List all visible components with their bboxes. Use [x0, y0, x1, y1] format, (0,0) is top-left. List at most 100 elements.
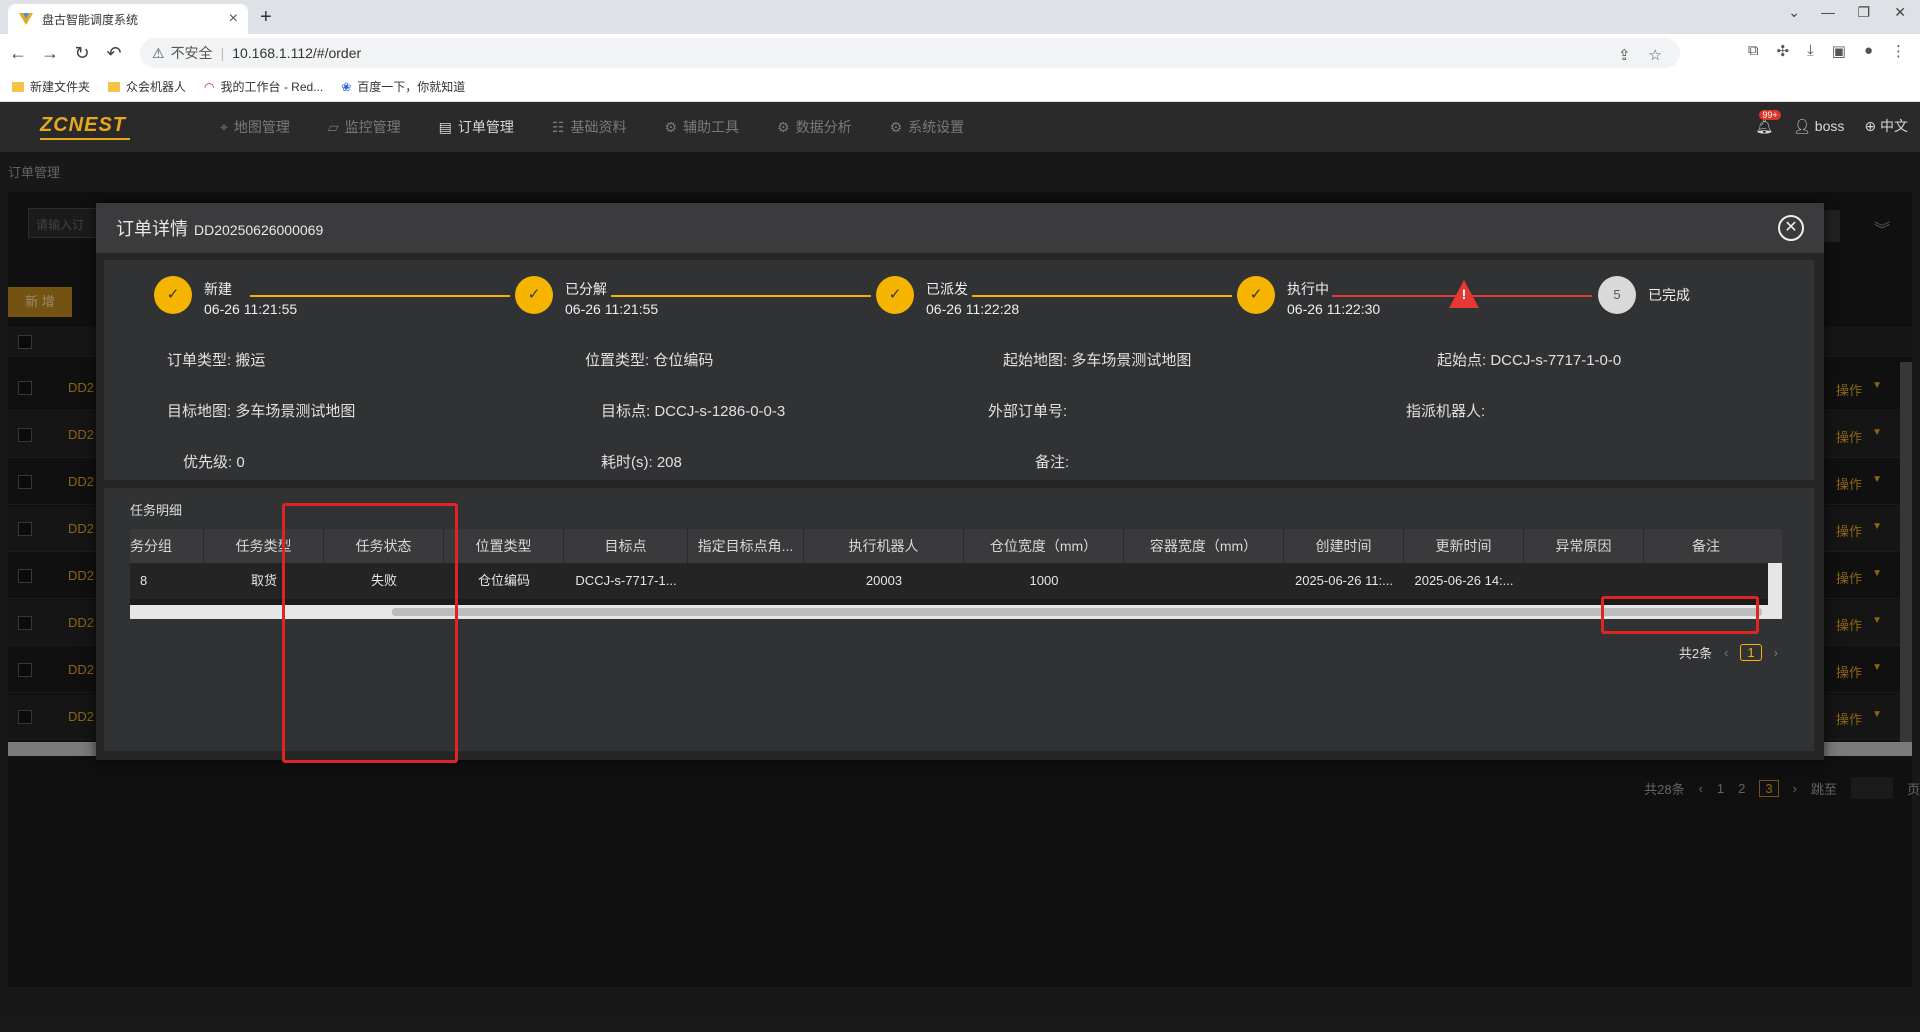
profile-icon[interactable]: ●: [1864, 42, 1873, 60]
col-header[interactable]: 执行机器人: [804, 529, 964, 563]
bookmark-item[interactable]: ◠ 我的工作台 - Red...: [204, 78, 323, 95]
url-text: 10.168.1.112/#/order: [232, 45, 362, 61]
col-header[interactable]: 指定目标点角...: [688, 529, 804, 563]
cell-position-type: 仓位编码: [477, 573, 530, 588]
restore-icon[interactable]: ❐: [1857, 4, 1870, 21]
browser-tab-strip: 盘古智能调度系统 × + ⌄ — ❐ ✕: [0, 0, 1920, 34]
bookmark-item[interactable]: 新建文件夹: [12, 78, 90, 95]
menu-aux-tools[interactable]: ⚙ 辅助工具: [664, 117, 739, 137]
step-label: 执行中: [1287, 281, 1329, 297]
check-icon: ✓: [154, 276, 192, 314]
warning-icon: ⚠: [152, 44, 165, 61]
col-header[interactable]: 务分组: [130, 529, 204, 563]
step-label: 已派发: [926, 281, 968, 297]
cell-updated-time: 2025-06-26 14:...: [1414, 573, 1514, 588]
globe-icon: ⊕: [1864, 118, 1880, 134]
crop-icon[interactable]: ⧉: [1748, 42, 1759, 60]
col-header[interactable]: 更新时间: [1404, 529, 1524, 563]
order-info-panel: ! ✓ 新建 06-26 11:21:55 ✓ 已分解 06-26 11:21:55…: [104, 260, 1814, 480]
menu-system-settings[interactable]: ⚙ 系统设置: [890, 117, 965, 137]
modal-title: 订单详情: [116, 219, 188, 239]
back-icon[interactable]: ←: [4, 43, 32, 64]
notification-bell-icon[interactable]: 🔔︎ 99+: [1755, 109, 1781, 135]
menu-order-management[interactable]: ▤ 订单管理: [439, 117, 514, 137]
col-header[interactable]: 位置类型: [444, 529, 564, 563]
cell-robot: 20003: [865, 573, 903, 588]
col-header[interactable]: 仓位宽度（mm）: [964, 529, 1124, 563]
field-order-type: 订单类型: 搬运: [167, 352, 266, 369]
field-target-point: 目标点: DCCJ-s-1286-0-0-3: [601, 403, 786, 420]
browser-tab[interactable]: 盘古智能调度系统 ×: [8, 4, 248, 34]
main-menu: ⌖ 地图管理 ▱ 监控管理 ▤ 订单管理 ☷ 基础资料 ⚙ 辅助工具 ⚙ 数据分析 ⚙ 系统设…: [220, 102, 964, 152]
order-code-label: DD20250626000069: [194, 221, 324, 238]
toolbar-icons: ⧉ ✣ ⤓ ▣ ● ⋮: [1748, 42, 1906, 60]
language-switch[interactable]: ⊕ 中文: [1864, 116, 1908, 136]
gear-icon: ⚙: [777, 118, 790, 135]
gear-icon: ⚙: [889, 118, 903, 135]
prev-page-icon[interactable]: ‹: [1724, 645, 1728, 660]
tab-search-icon[interactable]: ⌄: [1788, 4, 1800, 21]
bookmark-item[interactable]: 众会机器人: [108, 78, 186, 95]
sliders-icon: ☷: [551, 118, 565, 135]
app-header: ZCNEST ⌖ 地图管理 ▱ 监控管理 ▤ 订单管理 ☷ 基础资料 ⚙ 辅助工具 ⚙ 数据…: [0, 102, 1920, 152]
reload-icon[interactable]: ↻: [68, 43, 96, 64]
redhat-icon: ◠: [204, 79, 215, 94]
menu-map-management[interactable]: ⌖ 地图管理: [220, 117, 290, 137]
menu-data-analysis[interactable]: ⚙ 数据分析: [777, 117, 852, 137]
baidu-paw-icon: ❀: [341, 79, 352, 94]
window-close-icon[interactable]: ✕: [1894, 4, 1906, 21]
next-page-icon[interactable]: ›: [1774, 645, 1778, 660]
col-header[interactable]: 备注: [1644, 529, 1768, 563]
new-tab-icon[interactable]: +: [260, 6, 272, 29]
field-assigned-robot: 指派机器人:: [1406, 403, 1486, 420]
field-priority: 优先级: 0: [183, 454, 245, 471]
bookmark-star-icon[interactable]: ☆: [1649, 46, 1662, 64]
page-link-current[interactable]: 1: [1740, 644, 1762, 661]
address-bar[interactable]: ⚠ 不安全 | 10.168.1.112/#/order ⇪ ☆: [140, 38, 1680, 68]
user-menu[interactable]: 👤︎ boss: [1793, 118, 1844, 135]
step-time: 06-26 11:21:55: [565, 301, 659, 317]
tab-title: 盘古智能调度系统: [42, 12, 139, 27]
field-remark: 备注:: [1035, 454, 1070, 471]
menu-basic-data[interactable]: ☷ 基础资料: [552, 117, 627, 137]
check-icon: ✓: [515, 276, 553, 314]
download-icon[interactable]: ⤓: [1807, 42, 1814, 60]
pagination-total: 共2条: [1678, 646, 1713, 661]
step-new: ✓ 新建 06-26 11:21:55: [154, 276, 297, 319]
header-right: 🔔︎ 99+ 👤︎ boss ⊕ 中文: [1755, 109, 1908, 136]
col-header[interactable]: 创建时间: [1284, 529, 1404, 563]
field-value: 仓位编码: [653, 352, 714, 369]
tab-close-icon[interactable]: ×: [229, 10, 238, 28]
location-pin-icon: ⌖: [220, 118, 228, 135]
history-back-icon[interactable]: ↶: [100, 43, 128, 64]
field-value: 208: [656, 454, 682, 471]
cell-group: 8: [140, 573, 148, 588]
divider: |: [220, 45, 225, 61]
step-label: 新建: [204, 281, 232, 297]
field-external-order: 外部订单号:: [988, 403, 1068, 420]
forward-icon[interactable]: →: [36, 43, 64, 64]
col-header[interactable]: 目标点: [564, 529, 688, 563]
sidebar-icon[interactable]: ▣: [1832, 42, 1846, 60]
document-icon: ▤: [438, 118, 452, 135]
bookmark-item[interactable]: ❀ 百度一下，你就知道: [341, 78, 465, 95]
more-menu-icon[interactable]: ⋮: [1891, 42, 1906, 60]
menu-monitor-management[interactable]: ▱ 监控管理: [328, 117, 401, 137]
share-icon[interactable]: ⇪: [1618, 46, 1631, 64]
col-header[interactable]: 异常原因: [1524, 529, 1644, 563]
minimize-icon[interactable]: —: [1821, 4, 1835, 20]
extensions-icon[interactable]: ✣: [1777, 42, 1790, 60]
field-value: 多车场景测试地图: [1071, 352, 1192, 369]
browser-toolbar: ← → ↻ ↶ ⚠ 不安全 | 10.168.1.112/#/order ⇪ ☆: [0, 34, 1920, 72]
step-label: 已完成: [1648, 287, 1690, 303]
field-start-map: 起始地图: 多车场景测试地图: [1003, 352, 1192, 369]
step-label: 已分解: [565, 281, 607, 297]
close-icon[interactable]: ✕: [1778, 215, 1804, 241]
col-header[interactable]: 容器宽度（mm）: [1124, 529, 1284, 563]
table-vertical-scrollbar[interactable]: [1768, 563, 1782, 605]
task-pagination: 共2条 ‹ 1 ›: [1679, 643, 1778, 662]
user-icon: 👤︎: [1793, 117, 1815, 134]
scrollbar-thumb[interactable]: [392, 608, 1762, 616]
security-label: 不安全: [170, 45, 213, 61]
step-number: 5: [1598, 276, 1636, 314]
